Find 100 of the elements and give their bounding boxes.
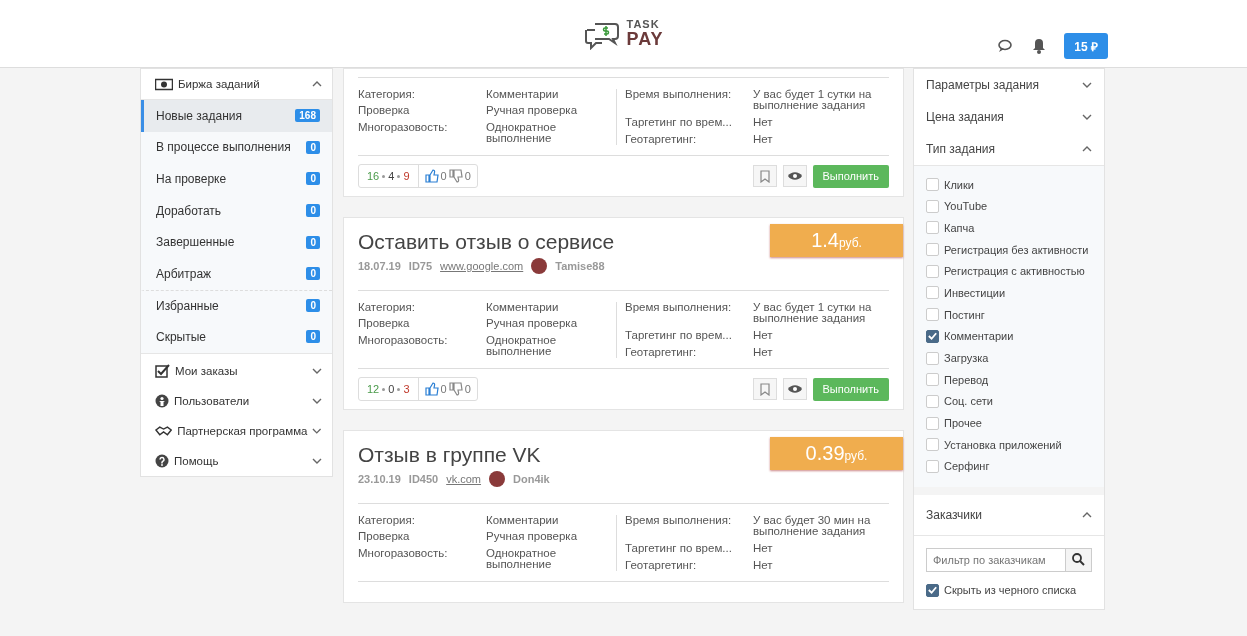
dislike-count: 0	[464, 383, 471, 395]
bell-icon[interactable]	[1032, 38, 1047, 54]
filter-section[interactable]: Параметры задания	[914, 69, 1104, 101]
price-badge: 0.39руб.	[770, 437, 903, 470]
detail-label: Таргетинг по врем...	[625, 330, 733, 341]
count-badge: 0	[306, 172, 320, 186]
count-badge: 168	[295, 109, 320, 123]
hide-button[interactable]	[782, 378, 807, 400]
detail-label: Многоразовость:	[358, 547, 449, 561]
stat-count: 12	[367, 383, 380, 395]
checkbox-option[interactable]: Прочее	[926, 416, 1100, 430]
detail-label: Проверка	[358, 105, 411, 118]
task-id: ID75	[408, 260, 433, 272]
detail-value: У вас будет 30 мин на выполнение задания	[753, 515, 872, 537]
detail-value: У вас будет 1 сутки на выполнение задания	[753, 89, 873, 111]
thumbs-down-icon[interactable]	[448, 382, 463, 396]
site-link[interactable]: vk.com	[446, 473, 482, 485]
chevron-down-icon	[312, 396, 322, 405]
bookmark-button[interactable]	[752, 378, 777, 400]
detail-value: Ручная проверка	[486, 105, 579, 118]
thumbs-down-icon[interactable]	[448, 169, 463, 183]
menu-item[interactable]: В процессе выполнения 0	[141, 131, 332, 164]
count-badge: 0	[306, 299, 320, 313]
menu-item[interactable]: Новые задания 168	[141, 100, 332, 132]
task-id: ID450	[408, 473, 439, 485]
search-field[interactable]: Фильтр по заказчикам	[926, 547, 1092, 572]
detail-label: Проверка	[358, 531, 411, 544]
price-badge: 1.4руб.	[770, 224, 903, 257]
checkbox-option[interactable]: Серфинг	[926, 459, 1100, 473]
avatar-icon	[489, 471, 506, 487]
menu-section[interactable]: Помощь	[141, 445, 332, 476]
search-icon	[1072, 553, 1085, 567]
checkbox-option[interactable]: Установка приложений	[926, 438, 1100, 452]
filter-section[interactable]: Заказчики	[914, 486, 1104, 536]
bookmark-icon	[759, 169, 770, 183]
checkbox-option[interactable]: Регистрация с активностью	[926, 264, 1100, 278]
handshake-icon	[155, 424, 173, 438]
count-badge: 0	[306, 267, 320, 281]
checkbox-option[interactable]: Постинг	[926, 308, 1100, 322]
search-button[interactable]	[1065, 548, 1091, 571]
checkbox-option[interactable]: Регистрация без активности	[926, 243, 1100, 257]
checkmark-icon	[927, 330, 938, 343]
checkbox-option[interactable]: Инвестиции	[926, 286, 1100, 300]
thumbs-up-icon[interactable]	[424, 169, 439, 183]
detail-value: Комментарии	[486, 302, 560, 315]
eye-icon	[786, 384, 803, 394]
checkbox-option[interactable]: Перевод	[926, 373, 1100, 387]
checkbox-option[interactable]: Капча	[926, 221, 1100, 235]
checkbox-option[interactable]: Загрузка	[926, 351, 1100, 365]
checkbox-option[interactable]: Клики	[926, 178, 1100, 191]
detail-value: Нет	[753, 560, 774, 571]
menu-item[interactable]: Доработать 0	[141, 194, 332, 227]
chevron-down-icon	[1082, 81, 1092, 89]
detail-label: Геотаргетинг:	[625, 560, 698, 571]
hide-button[interactable]	[782, 165, 807, 187]
detail-value: Ручная проверка	[486, 531, 579, 544]
menu-section[interactable]: Биржа заданий	[141, 69, 332, 99]
detail-label: Многоразовость:	[358, 334, 449, 348]
menu-item[interactable]: Завершенные 0	[141, 226, 332, 258]
detail-label: Таргетинг по врем...	[625, 543, 733, 554]
thumbs-up-icon[interactable]	[424, 382, 439, 396]
menu-section[interactable]: Партнерская программа	[141, 415, 332, 446]
checkbox[interactable]	[926, 583, 939, 597]
detail-value: Комментарии	[486, 89, 560, 102]
detail-value: Нет	[753, 543, 774, 554]
stat-count: 3	[403, 383, 410, 395]
detail-label: Время выполнения:	[625, 89, 733, 102]
checkbox-option[interactable]: Скрыть из черного списка	[926, 583, 1092, 597]
avatar-icon	[531, 258, 548, 274]
menu-item[interactable]: На проверке 0	[141, 163, 332, 195]
checkbox[interactable]	[926, 329, 939, 343]
task-title[interactable]: Отзыв в группе VK	[358, 439, 550, 467]
checkmark-icon	[927, 584, 938, 597]
detail-label: Время выполнения:	[625, 515, 733, 528]
checkbox-option[interactable]: YouTube	[926, 199, 1100, 213]
detail-value: Однократное выполнение	[486, 121, 558, 145]
task-title[interactable]: Оставить отзыв о сервисе	[358, 226, 615, 254]
menu-item[interactable]: Арбитраж 0	[141, 257, 332, 290]
checkbox-option[interactable]: Соц. сети	[926, 394, 1100, 408]
person-icon	[155, 393, 169, 408]
detail-value: Нет	[753, 347, 774, 358]
stat-count: 4	[388, 170, 395, 182]
detail-label: Категория:	[358, 302, 416, 315]
site-link[interactable]: www.google.com	[440, 260, 524, 272]
chevron-down-icon	[312, 426, 322, 435]
like-count: 0	[440, 170, 447, 182]
chevron-down-icon	[312, 456, 322, 465]
menu-section[interactable]: Пользователи	[141, 385, 332, 416]
menu-item[interactable]: Скрытые 0	[141, 321, 332, 353]
logo-text: TASK	[626, 19, 661, 30]
filter-section[interactable]: Цена задания	[914, 101, 1104, 133]
chat-icon[interactable]	[998, 39, 1015, 53]
detail-value: Комментарии	[486, 515, 560, 528]
checkbox-option[interactable]: Комментарии	[926, 329, 1100, 343]
menu-section[interactable]: Мои заказы	[141, 355, 332, 386]
bookmark-button[interactable]	[752, 165, 777, 187]
detail-value: У вас будет 1 сутки на выполнение задания	[753, 302, 873, 324]
logo[interactable]: TASK PAY	[583, 17, 664, 50]
detail-value: Нет	[753, 117, 774, 128]
menu-item[interactable]: Избранные 0	[141, 289, 332, 322]
